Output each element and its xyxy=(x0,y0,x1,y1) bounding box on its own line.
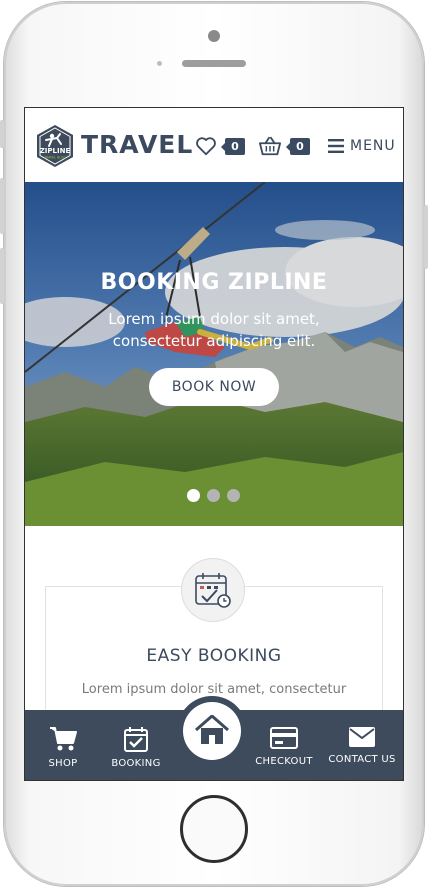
envelope-icon xyxy=(349,727,375,747)
nav-contact[interactable]: CONTACT US xyxy=(325,710,399,780)
power-button xyxy=(424,205,428,269)
volume-up-button xyxy=(0,178,4,234)
feature-icon-circle xyxy=(181,558,245,622)
cart-count-badge: 0 xyxy=(286,138,310,155)
nav-shop-label: SHOP xyxy=(48,758,78,769)
earpiece-speaker xyxy=(182,60,246,67)
slider-dot-3[interactable] xyxy=(227,489,240,502)
hero-background-image xyxy=(25,182,403,526)
nav-checkout[interactable]: CHECKOUT xyxy=(253,710,315,780)
phone-home-button[interactable] xyxy=(180,795,248,863)
volume-down-button xyxy=(0,248,4,304)
menu-button[interactable]: MENU xyxy=(350,138,396,154)
feature-text: Lorem ipsum dolor sit amet, consectetur xyxy=(81,682,347,697)
hamburger-icon[interactable] xyxy=(328,139,344,153)
cart-icon xyxy=(50,727,77,751)
slider-dot-2[interactable] xyxy=(207,489,220,502)
heart-icon[interactable] xyxy=(195,135,217,157)
bottom-nav: SHOP BOOKING CHECKOUT CONTACT US xyxy=(25,696,403,780)
screen: ZIPLINE TRAVEL BLOG TRAVEL 0 0 MENU BOOK… xyxy=(24,107,404,781)
credit-card-icon xyxy=(270,727,298,749)
zipline-logo[interactable]: ZIPLINE TRAVEL BLOG xyxy=(35,124,75,168)
hero-text: Lorem ipsum dolor sit amet, consectetur … xyxy=(108,310,320,350)
calendar-check-icon xyxy=(195,573,231,608)
silent-switch xyxy=(0,120,4,148)
site-header: ZIPLINE TRAVEL BLOG TRAVEL 0 0 MENU xyxy=(25,108,403,182)
brand-name: TRAVEL xyxy=(81,130,194,159)
front-camera xyxy=(208,30,220,42)
calendar-check-icon xyxy=(124,727,148,752)
hero-slider[interactable]: BOOKING ZIPLINE Lorem ipsum dolor sit am… xyxy=(25,182,403,526)
nav-contact-label: CONTACT US xyxy=(328,754,396,765)
home-icon xyxy=(195,715,229,744)
feature-title: EASY BOOKING xyxy=(146,646,282,666)
nav-shop[interactable]: SHOP xyxy=(35,710,91,780)
proximity-sensor xyxy=(157,61,162,66)
nav-home[interactable] xyxy=(177,696,247,766)
hero-title: BOOKING ZIPLINE xyxy=(100,270,328,295)
slider-dot-1[interactable] xyxy=(187,489,200,502)
basket-icon[interactable] xyxy=(258,135,282,157)
wishlist-count-badge: 0 xyxy=(221,138,245,155)
nav-booking-label: BOOKING xyxy=(111,758,161,769)
book-now-button[interactable]: BOOK NOW xyxy=(149,368,279,406)
svg-text:TRAVEL BLOG: TRAVEL BLOG xyxy=(43,156,66,160)
svg-text:ZIPLINE: ZIPLINE xyxy=(40,147,71,155)
nav-checkout-label: CHECKOUT xyxy=(255,756,313,767)
nav-booking[interactable]: BOOKING xyxy=(105,710,167,780)
